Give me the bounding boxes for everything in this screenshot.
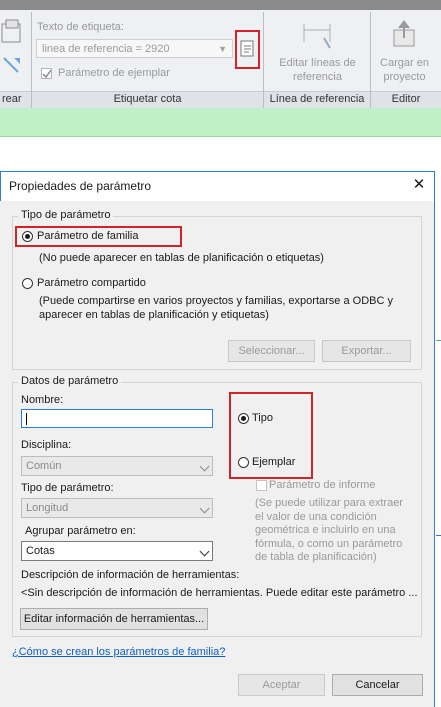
create-tool-icon[interactable]	[0, 18, 26, 78]
discipline-select[interactable]: Común	[21, 456, 213, 476]
parameter-type-label: Tipo de parámetro:	[21, 482, 114, 494]
text-caret	[26, 413, 27, 425]
report-parameter-note: (Se puede utilizar para extraer el valor…	[255, 497, 403, 565]
panel-etiquetar-cota-label: Etiquetar cota	[113, 93, 182, 105]
family-parameter-radio[interactable]	[22, 231, 33, 242]
edit-reference-lines-icon[interactable]	[300, 22, 336, 54]
chevron-down-icon	[199, 546, 210, 557]
options-bar-strip	[0, 108, 441, 137]
name-input[interactable]	[21, 409, 213, 428]
discipline-label: Disciplina:	[21, 439, 72, 451]
instance-radio-label: Ejemplar	[252, 456, 296, 468]
cancel-button[interactable]: Cancelar	[332, 674, 423, 696]
label-text-combo[interactable]: linea de referencia = 2920 ▼	[36, 39, 233, 58]
family-parameter-label: Parámetro de familia	[37, 230, 139, 242]
parameter-type-value: Longitud	[26, 502, 69, 514]
report-note-line: (Se puede utilizar para extraer	[255, 497, 403, 509]
type-radio-label: Tipo	[252, 412, 273, 424]
report-parameter-checkbox[interactable]	[256, 480, 267, 491]
instance-parameter-checkbox[interactable]	[41, 68, 52, 79]
canvas-line	[436, 535, 441, 536]
tooltip-description-label: Descripción de información de herramient…	[21, 569, 240, 581]
report-note-line: de tabla de planificación)	[255, 551, 377, 563]
parameter-type-select[interactable]: Longitud	[21, 498, 213, 518]
label-text-value: linea de referencia = 2920	[42, 43, 170, 55]
instance-radio[interactable]	[238, 457, 249, 468]
load-into-project-icon[interactable]	[390, 20, 418, 48]
parameter-data-group-label: Datos de parámetro	[18, 375, 122, 387]
edit-tooltip-button[interactable]: Editar información de herramientas...	[20, 608, 208, 630]
chevron-down-icon	[199, 461, 210, 472]
tooltip-description-value: <Sin descripción de información de herra…	[21, 587, 417, 599]
report-note-line: fórmula, o como un parámetro	[255, 537, 403, 550]
edit-reference-lines-button[interactable]: Editar líneas de referencia	[270, 56, 365, 84]
instance-parameter-label: Parámetro de ejemplar	[58, 67, 170, 79]
panel-editor-label: Editor	[391, 93, 421, 105]
help-link[interactable]: ¿Cómo se crean los parámetros de familia…	[12, 646, 225, 658]
ribbon-top-strip	[0, 0, 441, 10]
canvas-line	[436, 340, 441, 341]
chevron-down-icon	[199, 503, 210, 514]
group-parameter-label: Agrupar parámetro en:	[25, 525, 136, 537]
group-parameter-select[interactable]: Cotas	[21, 541, 213, 561]
load-into-project-button[interactable]: Cargar en proyecto	[372, 56, 437, 84]
select-button[interactable]: Seleccionar...	[228, 340, 315, 362]
name-label: Nombre:	[21, 394, 64, 406]
shared-parameter-radio[interactable]	[22, 278, 33, 289]
shared-parameter-note-line2: aparecer en tablas de planificación y et…	[39, 309, 269, 321]
shared-parameter-note-line1: (Puede compartirse en varios proyectos y…	[39, 295, 393, 307]
type-radio[interactable]	[238, 413, 249, 424]
chevron-down-icon: ▼	[218, 44, 227, 54]
report-parameter-label: Parámetro de informe	[269, 479, 376, 491]
family-parameter-note: (No puede aparecer en tablas de planific…	[39, 252, 324, 264]
group-parameter-value: Cotas	[26, 545, 55, 557]
report-note-line: el valor de una condición	[255, 510, 377, 523]
shared-parameter-label: Parámetro compartido	[37, 277, 146, 289]
label-text-caption: Texto de etiqueta:	[37, 21, 124, 33]
export-button[interactable]: Exportar...	[322, 340, 411, 362]
discipline-value: Común	[26, 460, 62, 472]
close-icon[interactable]: ✕	[408, 174, 430, 196]
edit-label-icon[interactable]	[240, 40, 255, 57]
parameter-type-group-label: Tipo de parámetro	[18, 209, 114, 221]
ok-button[interactable]: Aceptar	[238, 674, 325, 696]
panel-crear-label: rear	[2, 93, 22, 105]
dialog-title: Propiedades de parámetro	[9, 179, 152, 193]
panel-linea-referencia-label: Línea de referencia	[269, 93, 365, 105]
report-note-line: geométrica e incluirlo en una	[255, 524, 396, 536]
